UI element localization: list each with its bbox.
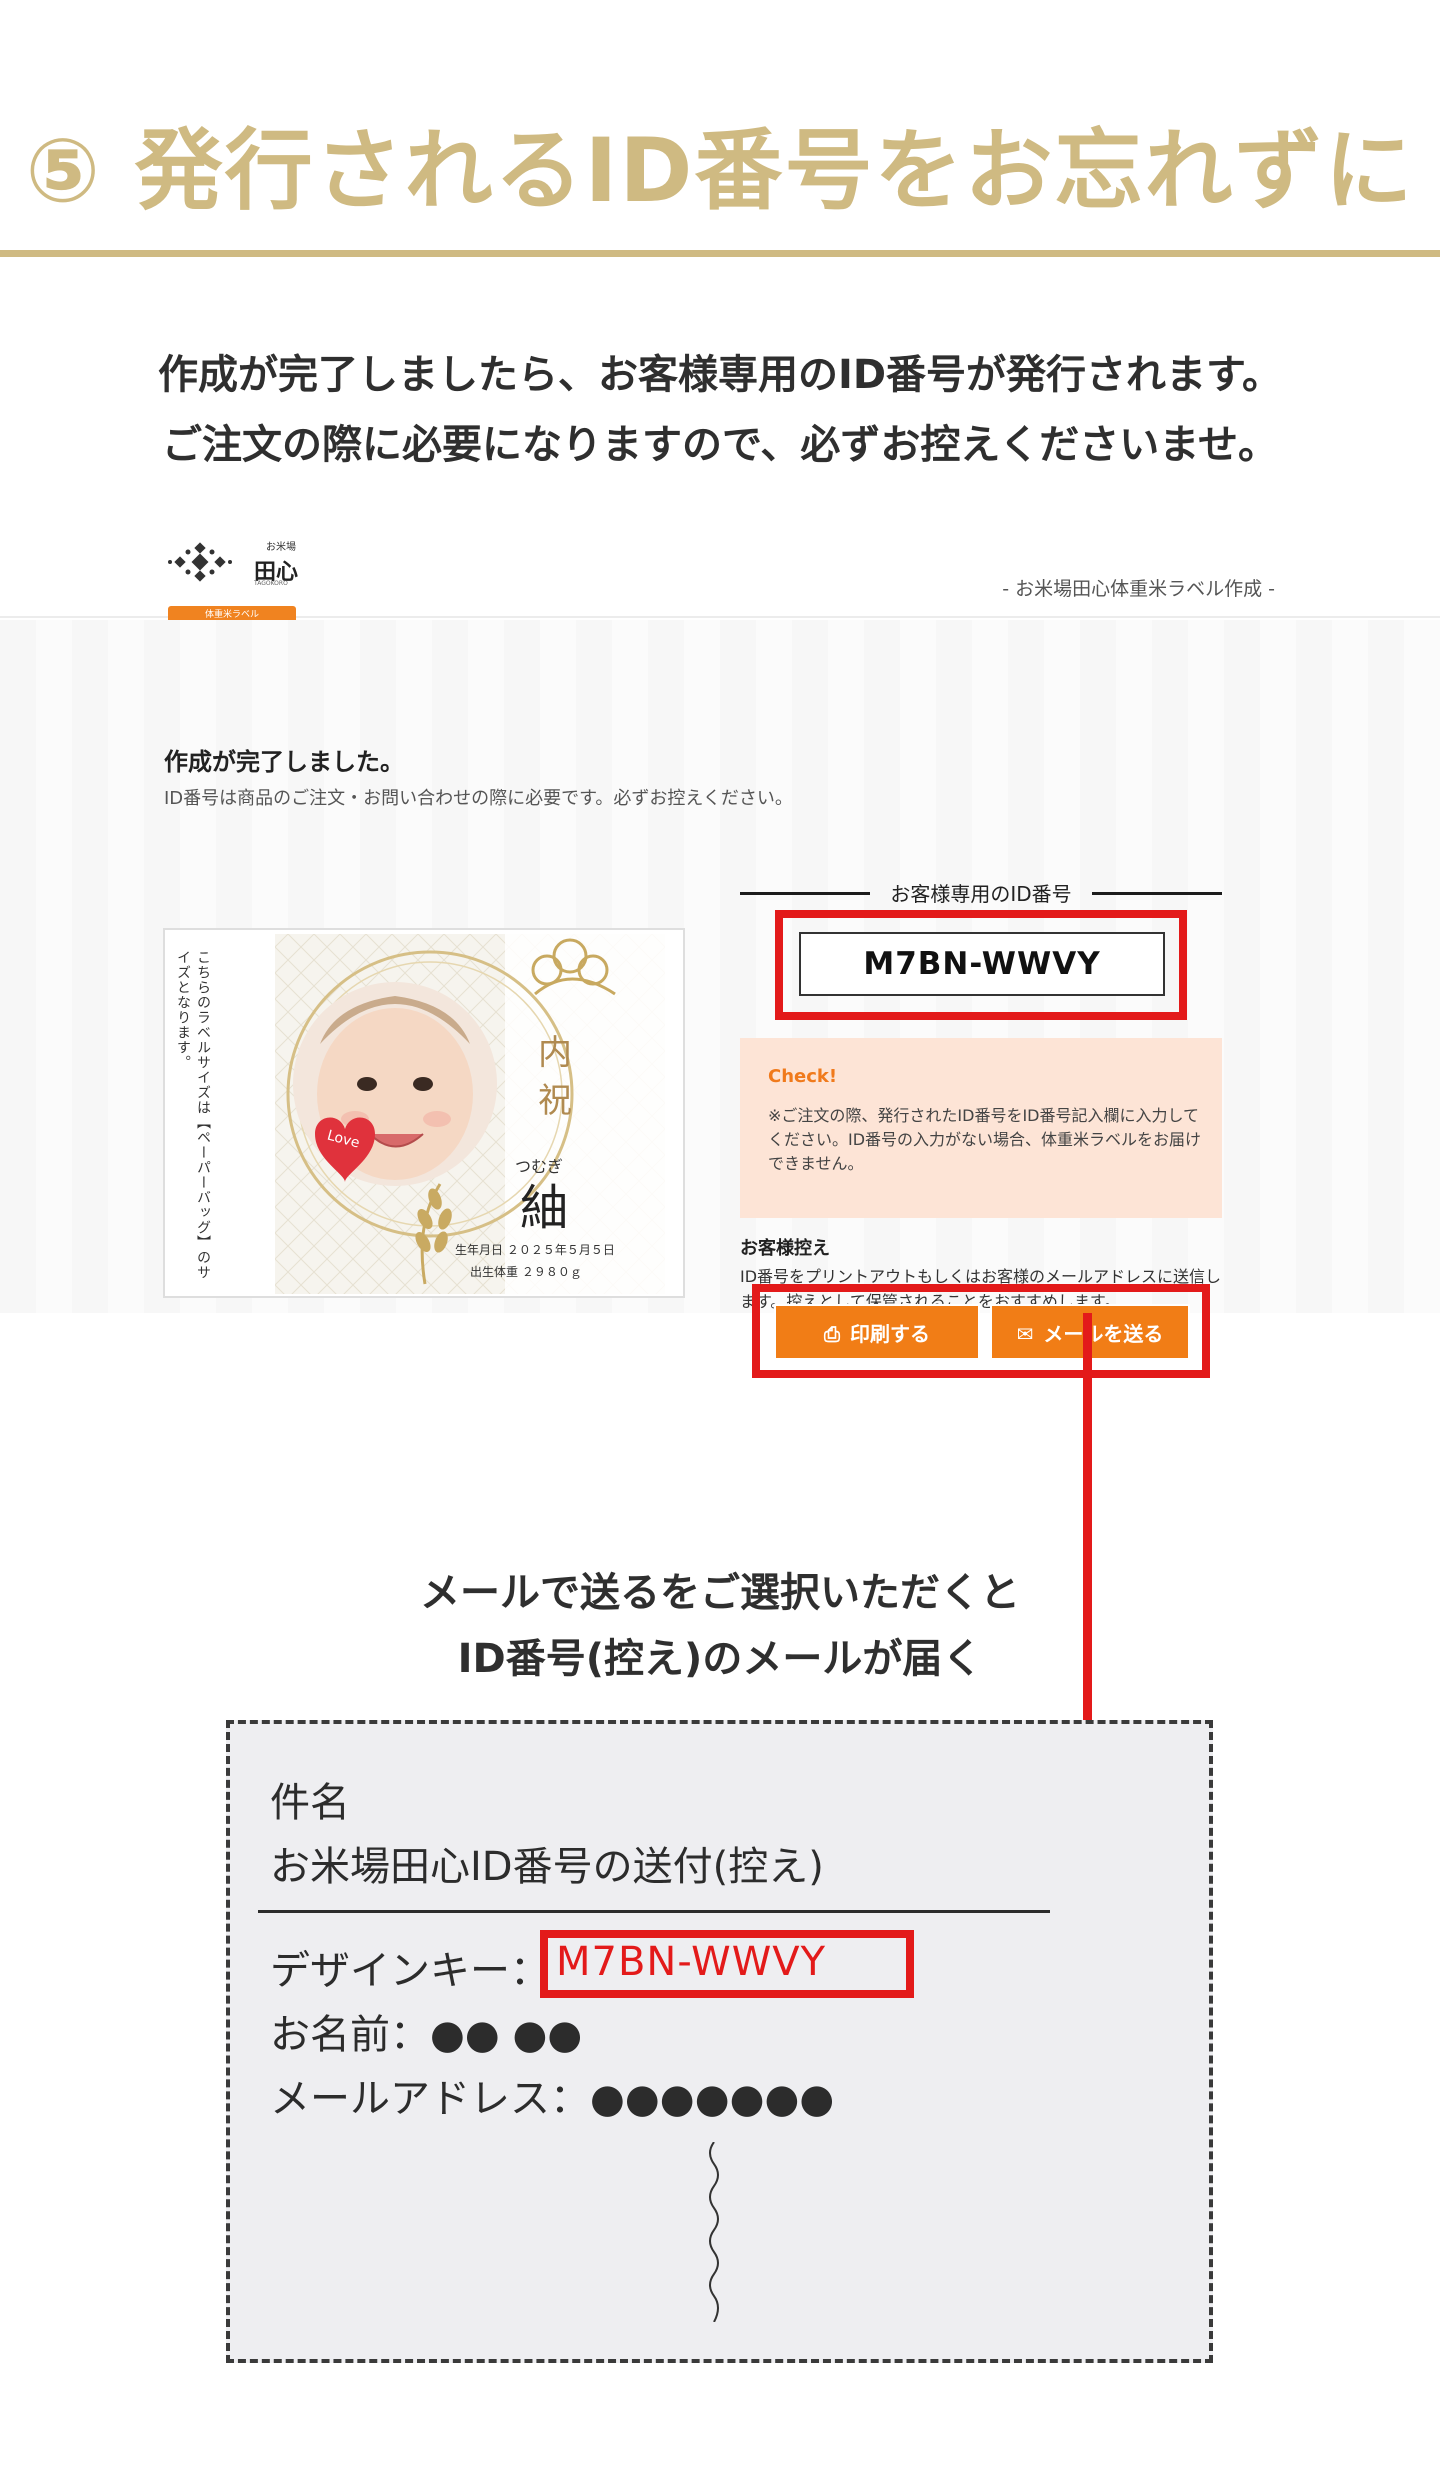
label-name: 紬 xyxy=(520,1180,568,1236)
send-mail-button-label: メールを送る xyxy=(1043,1322,1164,1346)
buttons-highlight-frame: ⎙ 印刷する ✉ メールを送る xyxy=(752,1284,1210,1378)
page-title: ⑤ 発行されるID番号をお忘れずに xyxy=(25,119,1415,222)
label-heading-2: 祝 xyxy=(538,1081,572,1121)
completion-panel: 作成が完了しました。 ID番号は商品のご注文・お問い合わせの際に必要です。必ずお… xyxy=(0,620,1440,1378)
label-weight: 出生体重 ２９８０ｇ xyxy=(470,1265,582,1279)
check-text: ※ご注文の際、発行されたID番号をID番号記入欄に入力してください。ID番号の入… xyxy=(768,1106,1202,1173)
title-divider xyxy=(0,250,1440,257)
completion-title: 作成が完了しました。 xyxy=(164,748,404,776)
design-key-value: M7BN-WWVY xyxy=(556,1939,827,1985)
envelope-icon: ✉ xyxy=(1016,1322,1034,1346)
mail-caption-line-2: ID番号(控え)のメールが届く xyxy=(457,1636,983,1682)
address-value: ●●●●●●● xyxy=(590,2076,835,2122)
address-label: メールアドレス： xyxy=(270,2076,590,2122)
address-row: メールアドレス：●●●●●●● xyxy=(270,2066,834,2124)
check-title: Check! xyxy=(768,1066,838,1087)
label-preview: こちらのラベルサイズは【ペーパーバッグ】のサイズとなります。 Love 内 祝 … xyxy=(163,928,685,1298)
email-subject-label: 件名 xyxy=(270,1780,350,1826)
label-heading-1: 内 xyxy=(538,1033,572,1073)
mail-caption: メールで送るをご選択いただくと ID番号(控え)のメールが届く xyxy=(0,1560,1440,1692)
label-birth: 生年月日 ２０２５年５月５日 xyxy=(455,1243,615,1257)
name-label: お名前： xyxy=(270,2012,430,2058)
logo-small-text: お米場 xyxy=(266,542,296,553)
snowflake-logo-icon xyxy=(168,542,232,582)
id-caption: お客様専用のID番号 xyxy=(740,878,1222,908)
print-button-label: 印刷する xyxy=(850,1322,930,1346)
continuation-squiggle-icon xyxy=(709,2142,719,2322)
customer-copy-title: お客様控え xyxy=(740,1238,830,1259)
mail-caption-line-1: メールで送るをご選択いただくと xyxy=(420,1570,1020,1616)
print-button[interactable]: ⎙ 印刷する xyxy=(774,1304,980,1360)
intro-line-2: ご注文の際に必要になりますので、必ずお控えくださいませ。 xyxy=(162,422,1278,468)
label-size-note: こちらのラベルサイズは【ペーパーバッグ】のサイズとなります。 xyxy=(175,950,211,1280)
site-subtitle: - お米場田心体重米ラベル作成 - xyxy=(1002,578,1275,600)
check-notice: Check! ※ご注文の際、発行されたID番号をID番号記入欄に入力してください… xyxy=(740,1038,1222,1218)
label-artwork: Love 内 祝 つむぎ 紬 生年月日 ２０２５年５月５日 出生体重 ２９８０ｇ xyxy=(275,934,665,1294)
email-divider xyxy=(258,1910,1050,1913)
intro-line-1: 作成が完了しましたら、お客様専用のID番号が発行されます。 xyxy=(157,352,1283,398)
completion-screenshot: お米場 田心 TAGOKORO 体重米ラベル - お米場田心体重米ラベル作成 -… xyxy=(0,518,1440,1378)
site-logo[interactable]: お米場 田心 TAGOKORO 体重米ラベル xyxy=(168,536,298,624)
printer-icon: ⎙ xyxy=(824,1322,840,1346)
email-subject: お米場田心ID番号の送付(控え) xyxy=(270,1844,824,1890)
name-value: ●● ●● xyxy=(430,2012,583,2058)
design-key-highlight-frame: M7BN-WWVY xyxy=(540,1930,914,1998)
logo-romaji: TAGOKORO xyxy=(254,580,288,587)
name-row: お名前：●● ●● xyxy=(270,2002,582,2060)
id-number: M7BN-WWVY xyxy=(799,932,1165,996)
completion-description: ID番号は商品のご注文・お問い合わせの際に必要です。必ずお控えください。 xyxy=(164,788,793,809)
intro-text: 作成が完了しましたら、お客様専用のID番号が発行されます。 ご注文の際に必要にな… xyxy=(0,340,1440,480)
site-header: お米場 田心 TAGOKORO 体重米ラベル - お米場田心体重米ラベル作成 - xyxy=(0,518,1440,624)
id-highlight-frame: M7BN-WWVY xyxy=(775,910,1187,1020)
design-key-label: デザインキー： xyxy=(270,1948,550,1994)
label-name-kana: つむぎ xyxy=(515,1157,563,1176)
email-preview: 件名 お米場田心ID番号の送付(控え) デザインキー： M7BN-WWVY お名… xyxy=(226,1720,1213,2363)
